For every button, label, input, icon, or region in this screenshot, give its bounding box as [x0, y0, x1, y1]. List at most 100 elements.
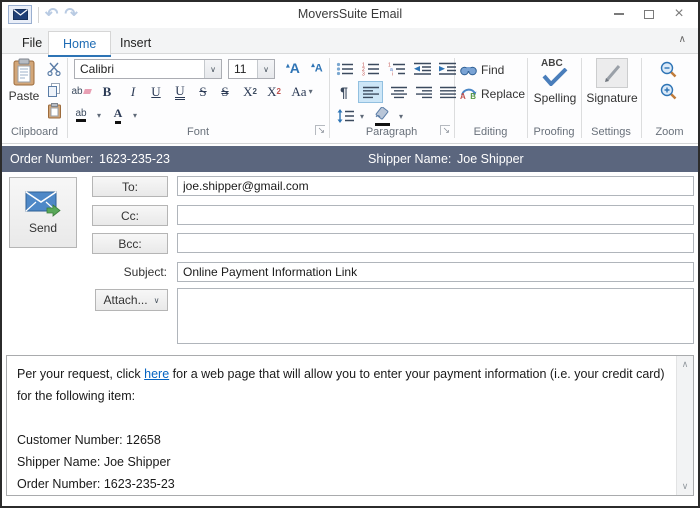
- binoculars-icon: [460, 66, 477, 75]
- italic-button[interactable]: I: [122, 82, 144, 101]
- send-button[interactable]: Send: [9, 177, 77, 248]
- dropdown-icon: ▾: [132, 110, 137, 120]
- attach-button[interactable]: Attach... ∨: [95, 289, 168, 311]
- underline-button[interactable]: U: [145, 82, 167, 101]
- align-right-icon: [416, 86, 432, 98]
- font-size-value: 11: [234, 62, 247, 76]
- font-size-combo[interactable]: 11 ∨: [228, 59, 275, 79]
- multilevel-list-button[interactable]: 1ai: [386, 59, 408, 78]
- font-color-icon: A: [114, 106, 122, 124]
- cut-button[interactable]: [44, 60, 64, 78]
- clear-formatting-icon: ab: [71, 86, 83, 97]
- align-right-button[interactable]: [412, 82, 436, 102]
- maximize-button[interactable]: [634, 2, 664, 26]
- line-spacing-dropdown[interactable]: ▾: [356, 106, 368, 126]
- customer-number-line: Customer Number: 12658: [17, 433, 161, 447]
- order-number-label: Order Number:: [10, 152, 94, 166]
- justify-icon: [440, 86, 456, 98]
- moverssuite-email-window: ↶ ↷ MoversSuite Email × File Home Insert…: [0, 0, 700, 508]
- window-controls: ×: [604, 2, 694, 26]
- to-button[interactable]: To:: [92, 176, 168, 197]
- align-left-icon: [362, 86, 379, 98]
- superscript-button[interactable]: X2: [238, 82, 262, 101]
- bullets-button[interactable]: [334, 59, 356, 78]
- font-name-combo[interactable]: Calibri ∨: [74, 59, 222, 79]
- zoom-in-button[interactable]: [657, 81, 679, 101]
- highlight-dropdown[interactable]: ▾: [93, 105, 105, 125]
- replace-button[interactable]: A B Replace: [460, 84, 528, 104]
- increase-indent-button[interactable]: [435, 59, 459, 78]
- paragraph-dialog-launcher[interactable]: ↘: [440, 125, 450, 135]
- align-left-button[interactable]: [358, 81, 383, 103]
- line-spacing-icon: [337, 109, 354, 123]
- shading-button[interactable]: [370, 106, 394, 126]
- shrink-font-button[interactable]: ▴A: [306, 58, 328, 78]
- change-case-button[interactable]: Aa ▾: [286, 82, 318, 101]
- to-input[interactable]: [177, 176, 694, 196]
- dropdown-icon: ▾: [359, 111, 364, 121]
- eraser-icon: [82, 89, 92, 94]
- paste-label: Paste: [8, 89, 40, 103]
- clipboard-icon: [13, 58, 35, 86]
- message-body[interactable]: Per your request, click here for a web p…: [6, 355, 694, 496]
- copy-button[interactable]: [44, 81, 64, 99]
- dropdown-icon: ▾: [96, 110, 101, 120]
- find-button[interactable]: Find: [460, 60, 522, 79]
- show-paragraph-marks-button[interactable]: ¶: [334, 82, 354, 102]
- attach-label: Attach...: [103, 293, 148, 307]
- cc-button[interactable]: Cc:: [92, 205, 168, 226]
- bcc-button[interactable]: Bcc:: [92, 233, 168, 254]
- font-dialog-launcher[interactable]: ↘: [315, 125, 325, 135]
- signature-label: Signature: [586, 91, 638, 105]
- align-center-button[interactable]: [387, 82, 411, 102]
- pilcrow-icon: ¶: [340, 84, 348, 100]
- order-info-bar: Order Number: 1623-235-23 Shipper Name: …: [2, 146, 698, 172]
- collapse-ribbon-icon[interactable]: ∧: [679, 34, 686, 45]
- attachment-area[interactable]: [177, 288, 694, 344]
- justify-button[interactable]: [436, 82, 460, 102]
- minimize-button[interactable]: [604, 2, 634, 26]
- chevron-down-icon[interactable]: ∨: [257, 60, 274, 78]
- double-strikethrough-button[interactable]: S: [214, 82, 236, 101]
- shading-dropdown[interactable]: ▾: [395, 106, 407, 126]
- text-highlight-button[interactable]: ab: [70, 105, 92, 125]
- payment-link[interactable]: here: [144, 367, 169, 381]
- cc-input[interactable]: [177, 205, 694, 225]
- subject-label: Subject:: [123, 265, 167, 279]
- zoom-out-button[interactable]: [657, 59, 679, 79]
- grow-font-button[interactable]: ▴A: [282, 58, 304, 78]
- spelling-button[interactable]: ABC Spelling: [529, 58, 581, 122]
- font-color-button[interactable]: A: [108, 105, 128, 125]
- svg-text:3: 3: [362, 71, 365, 76]
- tab-home[interactable]: Home: [48, 31, 112, 57]
- signature-pen-icon: [596, 58, 628, 88]
- settings-group-label: Settings: [591, 126, 631, 138]
- ribbon: Paste Clipboard Calibri ∨ 11 ∨ ▴A ▴A ab …: [2, 54, 698, 144]
- paste-button[interactable]: Paste: [4, 58, 44, 124]
- strikethrough-button[interactable]: S: [192, 82, 214, 101]
- signature-button[interactable]: Signature: [583, 58, 641, 122]
- subject-input[interactable]: [177, 262, 694, 282]
- vertical-scrollbar[interactable]: ∧ ∨: [676, 356, 693, 495]
- numbering-button[interactable]: 123: [360, 59, 382, 78]
- close-button[interactable]: ×: [664, 2, 694, 26]
- paste-special-button[interactable]: [44, 102, 64, 120]
- scroll-up-icon[interactable]: ∧: [677, 356, 693, 373]
- body-paragraph: Per your request, click here for a web p…: [17, 367, 665, 403]
- dropdown-icon: ▾: [398, 111, 403, 121]
- shipper-name-line: Shipper Name: Joe Shipper: [17, 455, 171, 469]
- decrease-indent-icon: [413, 62, 431, 75]
- shrink-font-icon: ▴A: [311, 62, 323, 75]
- ribbon-tab-bar: File Home Insert ∧: [2, 28, 698, 57]
- chevron-down-icon[interactable]: ∨: [204, 60, 221, 78]
- line-spacing-button[interactable]: [334, 106, 356, 126]
- subscript-button[interactable]: X2: [262, 82, 286, 101]
- clear-formatting-button[interactable]: ab: [70, 82, 92, 101]
- tab-insert[interactable]: Insert: [106, 31, 165, 54]
- font-color-dropdown[interactable]: ▾: [129, 105, 141, 125]
- scroll-down-icon[interactable]: ∨: [677, 478, 693, 495]
- decrease-indent-button[interactable]: [410, 59, 434, 78]
- bold-button[interactable]: B: [96, 82, 118, 101]
- bcc-input[interactable]: [177, 233, 694, 253]
- double-underline-button[interactable]: U: [169, 82, 191, 101]
